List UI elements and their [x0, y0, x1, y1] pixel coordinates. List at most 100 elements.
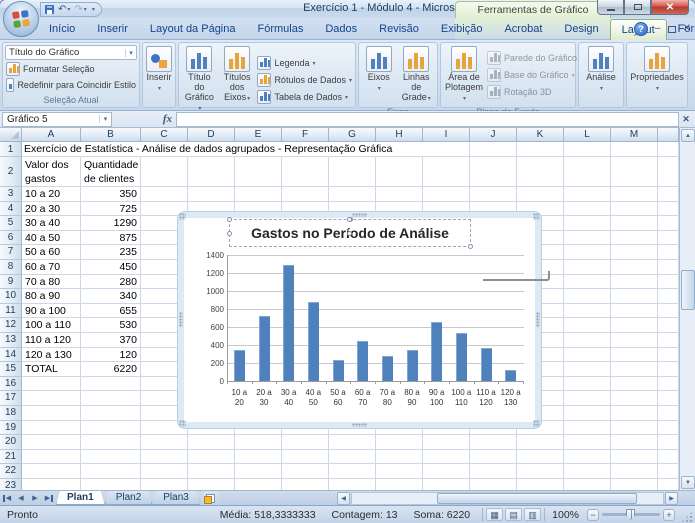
cell-B13[interactable]: 370	[81, 333, 141, 348]
chart-frame-grip[interactable]	[533, 420, 540, 427]
chart-bar-100-a-110[interactable]	[456, 333, 467, 381]
cell-C3[interactable]	[141, 187, 188, 202]
cell-K1[interactable]	[517, 142, 564, 157]
cell-I22[interactable]	[423, 464, 470, 479]
cell-L10[interactable]	[564, 289, 611, 304]
chart-frame-grip[interactable]	[533, 213, 540, 220]
cell-G3[interactable]	[329, 187, 376, 202]
view-normal-button[interactable]: ▦	[486, 508, 503, 521]
chart-frame-grip[interactable]	[179, 213, 186, 220]
cell-L12[interactable]	[564, 318, 611, 333]
cell-M10[interactable]	[611, 289, 658, 304]
cell-B14[interactable]: 120	[81, 348, 141, 363]
title-selection-handle[interactable]	[227, 217, 232, 222]
cell-partial-14[interactable]	[658, 348, 679, 363]
cell-D23[interactable]	[188, 479, 235, 490]
row-header-6[interactable]: 6	[0, 231, 22, 246]
cell-B5[interactable]: 1290	[81, 216, 141, 231]
row-header-17[interactable]: 17	[0, 391, 22, 406]
title-selection-handle[interactable]	[347, 217, 352, 222]
cell-B8[interactable]: 450	[81, 260, 141, 275]
cell-D22[interactable]	[188, 464, 235, 479]
cell-B11[interactable]: 655	[81, 304, 141, 319]
cell-B23[interactable]	[81, 479, 141, 490]
cell-partial-2[interactable]	[658, 157, 679, 187]
cell-K3[interactable]	[517, 187, 564, 202]
cell-partial-16[interactable]	[658, 377, 679, 392]
chart-bar-20-a-30[interactable]	[259, 316, 270, 381]
cell-A16[interactable]	[22, 377, 81, 392]
cell-partial-19[interactable]	[658, 421, 679, 436]
cell-J1[interactable]	[470, 142, 517, 157]
undo-button[interactable]: ↶▾	[58, 4, 70, 16]
cell-A13[interactable]: 110 a 120	[22, 333, 81, 348]
cell-F20[interactable]	[282, 435, 329, 450]
chart-bar-70-a-80[interactable]	[382, 356, 393, 381]
chart-frame-grip[interactable]	[352, 423, 367, 427]
cell-M2[interactable]	[611, 157, 658, 187]
cell-K22[interactable]	[517, 464, 564, 479]
cell-L20[interactable]	[564, 435, 611, 450]
cell-L17[interactable]	[564, 391, 611, 406]
cell-M11[interactable]	[611, 304, 658, 319]
view-page-layout-button[interactable]: ▤	[505, 508, 522, 521]
formula-input[interactable]	[176, 112, 679, 127]
column-header-j[interactable]: J	[470, 128, 517, 142]
cell-G20[interactable]	[329, 435, 376, 450]
cell-L3[interactable]	[564, 187, 611, 202]
cell-partial-21[interactable]	[658, 450, 679, 465]
cell-E3[interactable]	[235, 187, 282, 202]
cell-G21[interactable]	[329, 450, 376, 465]
cell-partial-20[interactable]	[658, 435, 679, 450]
cell-K23[interactable]	[517, 479, 564, 490]
cell-partial-17[interactable]	[658, 391, 679, 406]
title-selection-handle[interactable]	[468, 244, 473, 249]
rotation-3d-button[interactable]: Rotação 3D	[486, 85, 584, 100]
maximize-button[interactable]	[624, 0, 651, 15]
cell-L8[interactable]	[564, 260, 611, 275]
plot-area-button[interactable]: Área de Plotagem▾	[443, 45, 485, 105]
cell-partial-9[interactable]	[658, 275, 679, 290]
zoom-slider[interactable]: − +	[587, 509, 675, 521]
cell-A3[interactable]: 10 a 20	[22, 187, 81, 202]
cell-L2[interactable]	[564, 157, 611, 187]
cell-A22[interactable]	[22, 464, 81, 479]
cell-L13[interactable]	[564, 333, 611, 348]
redo-button[interactable]: ↷▾	[74, 4, 86, 16]
cell-J21[interactable]	[470, 450, 517, 465]
row-header-3[interactable]: 3	[0, 187, 22, 202]
tab-acrobat[interactable]: Acrobat	[493, 19, 553, 40]
insert-function-button[interactable]: fx	[163, 113, 172, 125]
insert-button[interactable]: Inserir▾	[144, 45, 174, 105]
cell-partial-15[interactable]	[658, 362, 679, 377]
cell-L22[interactable]	[564, 464, 611, 479]
column-header-e[interactable]: E	[235, 128, 282, 142]
scroll-right-icon[interactable]: ▶	[665, 492, 678, 505]
axis-titles-button[interactable]: Títulos dos Eixos▾	[219, 45, 256, 115]
cell-H21[interactable]	[376, 450, 423, 465]
select-all-corner[interactable]	[0, 128, 22, 142]
cell-M13[interactable]	[611, 333, 658, 348]
tab-inicio[interactable]: Início	[38, 19, 86, 40]
cell-L4[interactable]	[564, 202, 611, 217]
save-button[interactable]	[45, 5, 54, 14]
cell-E22[interactable]	[235, 464, 282, 479]
cell-H20[interactable]	[376, 435, 423, 450]
tab-revisao[interactable]: Revisão	[368, 19, 430, 40]
data-labels-button[interactable]: Rótulos de Dados▾	[256, 73, 353, 88]
cell-A7[interactable]: 50 a 60	[22, 245, 81, 260]
legend-button[interactable]: Legenda▾	[256, 56, 353, 71]
cell-G23[interactable]	[329, 479, 376, 490]
cell-A2[interactable]: Valor dos gastos (R$)	[22, 157, 81, 187]
title-selection-handle[interactable]	[347, 231, 352, 236]
chart-frame-grip[interactable]	[352, 213, 367, 217]
data-table-button[interactable]: Tabela de Dados▾	[256, 90, 353, 105]
cell-F22[interactable]	[282, 464, 329, 479]
insert-worksheet-button[interactable]	[200, 491, 222, 505]
cell-F2[interactable]	[282, 157, 329, 187]
horizontal-scroll-track[interactable]	[351, 492, 664, 505]
scroll-down-icon[interactable]: ▼	[681, 476, 695, 489]
cell-A5[interactable]: 30 a 40	[22, 216, 81, 231]
cell-M14[interactable]	[611, 348, 658, 363]
row-header-15[interactable]: 15	[0, 362, 22, 377]
